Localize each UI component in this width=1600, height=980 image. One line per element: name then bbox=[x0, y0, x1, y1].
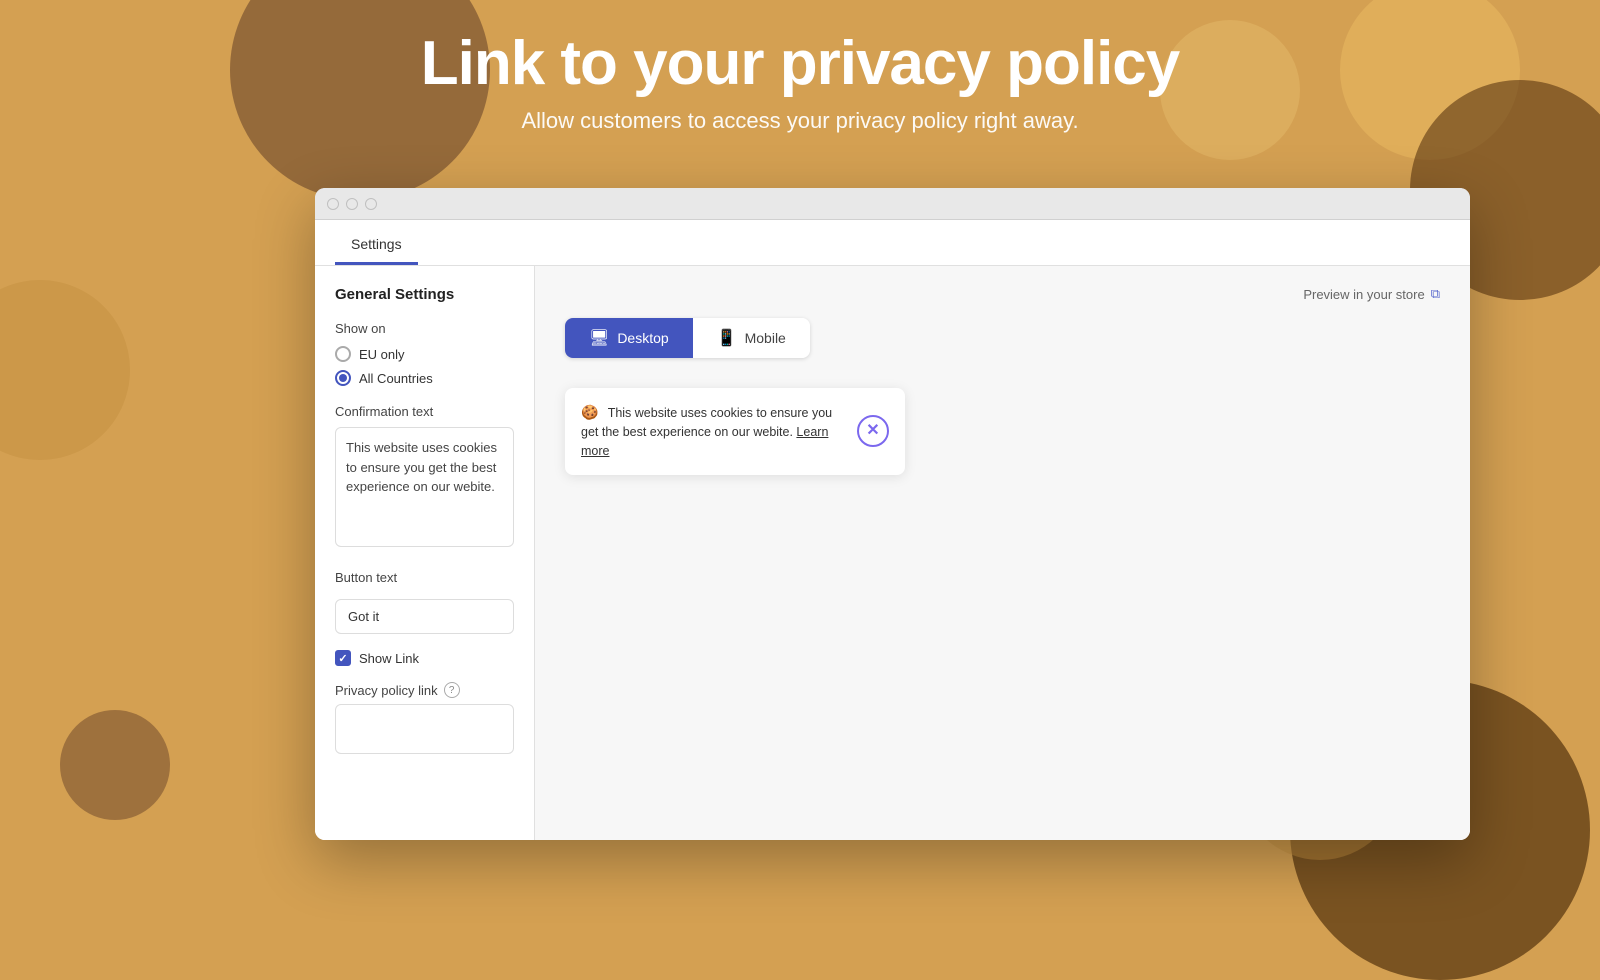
page-subtitle: Allow customers to access your privacy p… bbox=[0, 108, 1600, 134]
button-text-input[interactable] bbox=[335, 599, 514, 634]
external-link-icon[interactable]: ⧉ bbox=[1431, 286, 1440, 302]
desktop-label: Desktop bbox=[617, 330, 668, 346]
show-link-checkbox[interactable] bbox=[335, 650, 351, 666]
cookie-banner-text: 🍪 This website uses cookies to ensure yo… bbox=[581, 402, 857, 461]
cookie-banner-preview: 🍪 This website uses cookies to ensure yo… bbox=[565, 388, 905, 475]
confirmation-label: Confirmation text bbox=[335, 404, 514, 419]
title-bar bbox=[315, 188, 1470, 220]
close-traffic-light[interactable] bbox=[327, 198, 339, 210]
show-link-label: Show Link bbox=[359, 651, 419, 666]
close-icon: ✕ bbox=[866, 423, 879, 439]
page-title: Link to your privacy policy bbox=[0, 30, 1600, 98]
minimize-traffic-light[interactable] bbox=[346, 198, 358, 210]
show-on-radio-group: EU only All Countries bbox=[335, 346, 514, 386]
desktop-icon: 🖥 bbox=[589, 328, 609, 348]
button-text-section: Button text bbox=[335, 570, 514, 634]
mobile-button[interactable]: 📱 Mobile bbox=[693, 318, 810, 358]
radio-all-countries[interactable]: All Countries bbox=[335, 370, 514, 386]
privacy-link-help-icon[interactable]: ? bbox=[444, 682, 460, 698]
settings-panel: General Settings Show on EU only All Cou… bbox=[315, 266, 535, 840]
settings-section-title: General Settings bbox=[335, 286, 514, 303]
button-text-label: Button text bbox=[335, 570, 514, 585]
cookie-emoji: 🍪 bbox=[581, 404, 598, 420]
show-on-label: Show on bbox=[335, 321, 514, 336]
preview-header: Preview in your store ⧉ bbox=[565, 286, 1440, 302]
show-link-section[interactable]: Show Link bbox=[335, 650, 514, 666]
cookie-banner-main-text: This website uses cookies to ensure you … bbox=[581, 406, 832, 439]
maximize-traffic-light[interactable] bbox=[365, 198, 377, 210]
radio-all-countries-input[interactable] bbox=[335, 370, 351, 386]
content-area: General Settings Show on EU only All Cou… bbox=[315, 266, 1470, 840]
radio-all-countries-label: All Countries bbox=[359, 371, 433, 386]
preview-area: Preview in your store ⧉ 🖥 Desktop 📱 Mobi… bbox=[535, 266, 1470, 840]
cookie-close-button[interactable]: ✕ bbox=[857, 415, 889, 447]
desktop-button[interactable]: 🖥 Desktop bbox=[565, 318, 693, 358]
radio-eu-only-label: EU only bbox=[359, 347, 405, 362]
privacy-link-input[interactable] bbox=[335, 704, 514, 754]
app-window: Settings General Settings Show on EU onl… bbox=[315, 188, 1470, 840]
confirmation-textarea[interactable]: This website uses cookies to ensure you … bbox=[335, 427, 514, 547]
tab-settings[interactable]: Settings bbox=[335, 226, 418, 265]
radio-eu-only-input[interactable] bbox=[335, 346, 351, 362]
device-toggle: 🖥 Desktop 📱 Mobile bbox=[565, 318, 810, 358]
preview-in-store-text: Preview in your store bbox=[1303, 287, 1424, 302]
tab-bar: Settings bbox=[315, 220, 1470, 266]
privacy-link-label: Privacy policy link bbox=[335, 683, 438, 698]
mobile-icon: 📱 bbox=[717, 328, 737, 348]
mobile-label: Mobile bbox=[745, 330, 786, 346]
header-section: Link to your privacy policy Allow custom… bbox=[0, 0, 1600, 134]
privacy-link-header: Privacy policy link ? bbox=[335, 682, 514, 698]
radio-eu-only[interactable]: EU only bbox=[335, 346, 514, 362]
privacy-link-section: Privacy policy link ? bbox=[335, 682, 514, 759]
